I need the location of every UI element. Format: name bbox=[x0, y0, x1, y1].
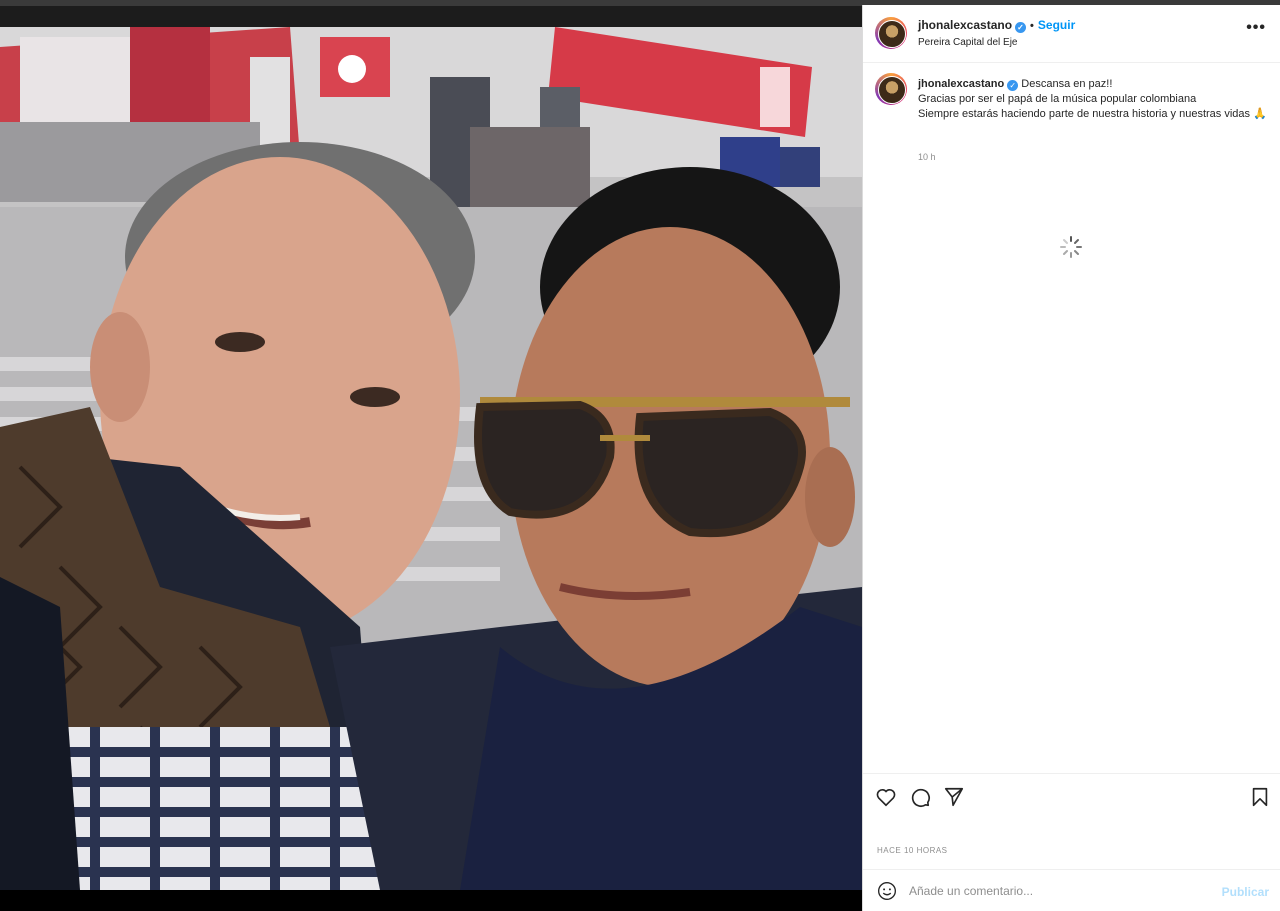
caption-line-3: Siempre estarás haciendo parte de nuestr… bbox=[918, 108, 1267, 120]
caption-avatar[interactable] bbox=[875, 73, 907, 105]
bookmark-icon[interactable] bbox=[1249, 786, 1271, 808]
bottom-strip bbox=[0, 890, 862, 911]
post-header: jhonalexcastano ✓ • Seguir Pereira Capital … bbox=[863, 5, 1280, 63]
author-username-line: jhonalexcastano ✓ • Seguir bbox=[918, 18, 1075, 33]
post-actions: HACE 10 HORAS bbox=[863, 773, 1280, 873]
comment-icon[interactable] bbox=[909, 786, 931, 808]
photo-image bbox=[0, 27, 862, 890]
author-username[interactable]: jhonalexcastano bbox=[918, 18, 1012, 32]
caption-section: jhonalexcastano ✓ Descansa en paz!! Graci… bbox=[863, 63, 1280, 777]
separator-dot: • bbox=[1030, 20, 1034, 32]
comment-bar: Publicar bbox=[863, 869, 1280, 911]
comment-input[interactable] bbox=[909, 880, 1209, 902]
loading-spinner-icon bbox=[1060, 236, 1082, 258]
caption-line-2: Gracias por ser el papá de la música pop… bbox=[918, 93, 1197, 105]
post-side-panel: jhonalexcastano ✓ • Seguir Pereira Capital … bbox=[862, 5, 1280, 911]
post-location[interactable]: Pereira Capital del Eje bbox=[918, 37, 1018, 48]
verified-badge-icon: ✓ bbox=[1007, 80, 1019, 91]
post-timestamp[interactable]: HACE 10 HORAS bbox=[877, 846, 948, 855]
emoji-icon[interactable] bbox=[877, 881, 897, 901]
heart-icon[interactable] bbox=[875, 786, 897, 808]
post-photo[interactable] bbox=[0, 27, 862, 890]
follow-button[interactable]: Seguir bbox=[1038, 18, 1075, 32]
caption-username[interactable]: jhonalexcastano bbox=[918, 78, 1004, 90]
caption-text: jhonalexcastano ✓ Descansa en paz!! Graci… bbox=[918, 77, 1268, 122]
more-options-icon[interactable]: ••• bbox=[1246, 19, 1266, 37]
publish-button[interactable]: Publicar bbox=[1222, 885, 1269, 899]
caption-line-1: Descansa en paz!! bbox=[1021, 78, 1113, 90]
author-avatar[interactable] bbox=[875, 17, 907, 49]
verified-badge-icon: ✓ bbox=[1015, 22, 1027, 33]
caption-time: 10 h bbox=[918, 152, 936, 162]
send-icon[interactable] bbox=[943, 786, 965, 808]
